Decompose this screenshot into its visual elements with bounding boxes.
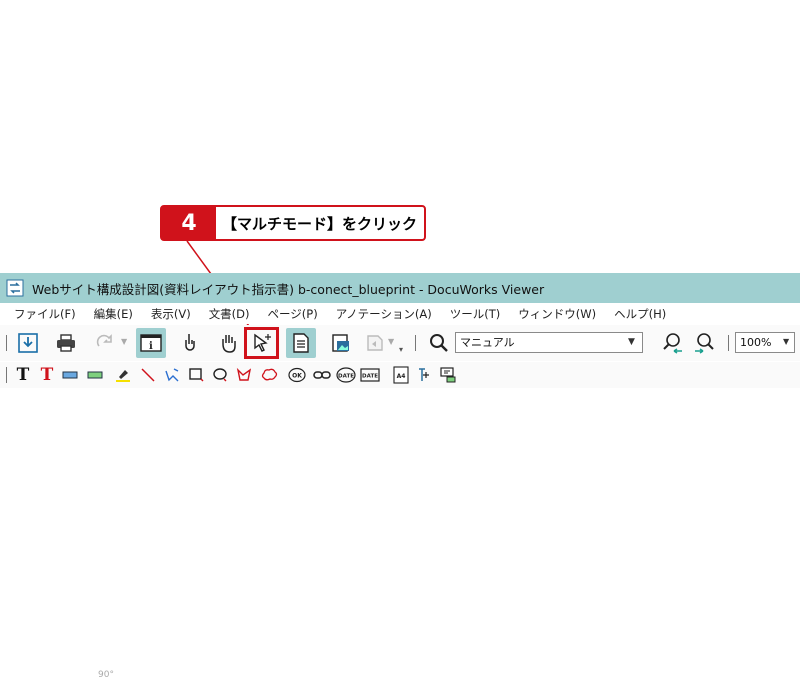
polygon-button[interactable] (234, 365, 254, 385)
image-icon (332, 334, 349, 352)
sticky-note-blue-button[interactable] (60, 365, 80, 385)
svg-text:A4: A4 (397, 373, 406, 380)
line-button[interactable] (138, 365, 158, 385)
send-dropdown-mark-icon: ▾ (399, 345, 404, 354)
menu-help[interactable]: ヘルプ(H) (614, 306, 666, 322)
toolbar-separator (728, 335, 729, 351)
rotate-90-label: 90° (98, 670, 114, 680)
annotation-settings-button[interactable] (438, 365, 458, 385)
toolbar-separator (6, 335, 7, 351)
annotation-toolbar: T T OK DATE DATE A4 (0, 362, 800, 388)
freehand-icon (165, 368, 179, 382)
stamp-ok-button[interactable]: OK (287, 365, 307, 385)
menu-page[interactable]: ページ(P) (268, 306, 318, 322)
insert-text-icon (419, 368, 429, 381)
ellipse-button[interactable] (210, 365, 230, 385)
search-dropdown-arrow-icon[interactable]: ▼ (628, 337, 635, 347)
text-red-icon: T (40, 365, 54, 385)
insert-text-button[interactable] (414, 365, 434, 385)
step-callout: 4 【マルチモード】をクリック (160, 205, 426, 241)
print-icon (57, 334, 75, 352)
info-view-button[interactable]: i (136, 328, 166, 358)
date-stamp-round-button[interactable]: DATE (336, 365, 356, 385)
link-button[interactable] (312, 365, 332, 385)
multi-mode-icon (253, 333, 271, 352)
rectangle-button[interactable] (186, 365, 206, 385)
search-button[interactable] (424, 328, 454, 358)
menu-bar: ファイル(F) 編集(E) 表示(V) 文書(D) ページ(P) アノテーション… (0, 303, 800, 324)
cloud-icon (261, 368, 278, 381)
window-title: Webサイト構成設計図(資料レイアウト指示書) b-conect_bluepri… (32, 281, 545, 297)
zoom-dropdown-arrow-icon[interactable]: ▼ (783, 337, 789, 346)
text-annotation-button[interactable]: T (13, 365, 33, 385)
rotate-button[interactable] (90, 326, 120, 356)
send-button[interactable] (360, 328, 390, 358)
text-red-annotation-button[interactable]: T (37, 365, 57, 385)
rotate-dropdown-arrow-icon[interactable]: ▼ (121, 337, 127, 346)
menu-annotation[interactable]: アノテーション(A) (336, 306, 432, 322)
find-next-icon (695, 333, 714, 354)
sticky-note-blue-icon (62, 371, 78, 379)
page-view-button[interactable] (286, 328, 316, 358)
date-stamp-square-button[interactable]: DATE (360, 365, 380, 385)
page-size-button[interactable]: A4 (391, 365, 411, 385)
docuworks-app-icon (6, 279, 24, 297)
toolbar-separator (415, 335, 416, 351)
find-prev-icon (663, 333, 682, 354)
svg-text:DATE: DATE (362, 374, 378, 380)
rotate-icon (96, 334, 112, 347)
title-bar: Webサイト構成設計図(資料レイアウト指示書) b-conect_bluepri… (0, 273, 800, 303)
search-input[interactable]: マニュアル (455, 332, 643, 353)
search-icon (430, 334, 448, 352)
highlighter-icon (116, 370, 130, 382)
finger-icon (185, 334, 195, 351)
stamp-ok-icon: OK (288, 367, 306, 383)
toolbar-separator (6, 367, 7, 383)
rectangle-icon (189, 368, 204, 382)
callout-instruction: 【マルチモード】をクリック (222, 214, 418, 233)
cloud-button[interactable] (259, 365, 279, 385)
find-next-button[interactable] (690, 328, 720, 358)
menu-edit[interactable]: 編集(E) (94, 306, 133, 322)
send-dropdown-arrow-icon[interactable]: ▼ (388, 337, 394, 346)
ellipse-icon (213, 368, 227, 382)
print-button[interactable] (51, 328, 81, 358)
page-size-icon: A4 (393, 366, 409, 384)
multi-mode-button[interactable] (244, 327, 279, 359)
hand-icon (222, 335, 236, 353)
svg-text:DATE: DATE (338, 374, 354, 380)
annotation-settings-icon (440, 367, 456, 383)
line-icon (141, 368, 155, 382)
polygon-icon (236, 367, 252, 381)
highlighter-button[interactable] (113, 365, 133, 385)
send-icon (367, 335, 383, 351)
svg-text:OK: OK (292, 373, 302, 380)
date-stamp-square-icon: DATE (360, 368, 380, 382)
menu-view[interactable]: 表示(V) (151, 306, 191, 322)
find-previous-button[interactable] (657, 328, 687, 358)
download-icon (18, 333, 38, 353)
menu-tools[interactable]: ツール(T) (450, 306, 501, 322)
main-toolbar: 90° ▼ i ▼ ▾ (0, 325, 800, 680)
page-view-icon (293, 333, 309, 353)
finger-tool-button[interactable] (175, 328, 205, 358)
menu-window[interactable]: ウィンドウ(W) (518, 306, 596, 322)
download-button[interactable] (13, 328, 43, 358)
menu-file[interactable]: ファイル(F) (14, 306, 76, 322)
text-black-icon: T (16, 365, 30, 385)
link-icon (313, 371, 331, 379)
step-number: 4 (162, 207, 216, 239)
hand-tool-button[interactable] (214, 328, 244, 358)
image-button[interactable] (326, 328, 356, 358)
date-stamp-round-icon: DATE (336, 367, 356, 383)
sticky-note-green-button[interactable] (85, 365, 105, 385)
freehand-button[interactable] (162, 365, 182, 385)
sticky-note-green-icon (87, 371, 103, 379)
svg-text:i: i (149, 341, 153, 352)
menu-document[interactable]: 文書(D) (209, 306, 250, 322)
info-view-icon: i (140, 334, 162, 352)
